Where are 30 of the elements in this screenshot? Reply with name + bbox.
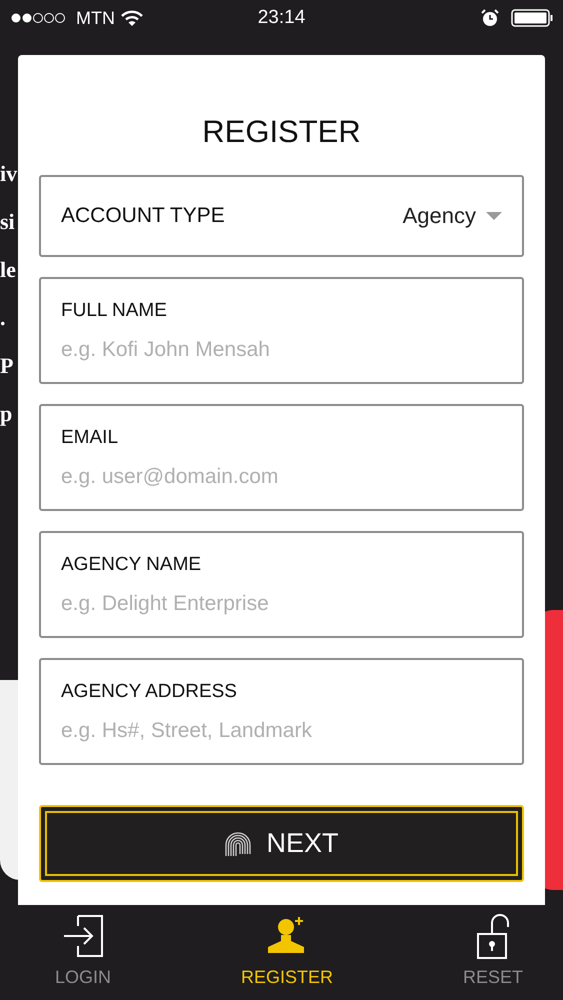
background-text: . <box>0 304 6 332</box>
background-text: le <box>0 256 17 284</box>
next-button[interactable]: NEXT <box>39 805 524 882</box>
form-title: REGISTER <box>201 113 362 151</box>
tab-bar-item[interactable]: REGISTER <box>240 905 333 1000</box>
input-field[interactable]: e.g. user@domain.com <box>61 464 502 488</box>
caret-icon <box>486 212 502 220</box>
background-text: P <box>0 352 14 380</box>
battery-icon <box>510 9 553 27</box>
wifi-icon <box>121 10 143 26</box>
background-text: p <box>0 400 14 428</box>
field-label: FULL NAME <box>61 300 168 322</box>
tab-bar-item[interactable]: LOGIN <box>55 905 112 1000</box>
background-text: si <box>0 208 16 236</box>
status-time: 23:14 <box>258 7 306 29</box>
background-text: iv <box>0 160 18 188</box>
field-label: AGENCY ADDRESS <box>61 680 238 702</box>
dropdown-value: Agency <box>402 203 476 229</box>
field-label: AGENCY NAME <box>61 554 202 576</box>
fingerprint-icon <box>224 830 252 858</box>
account-type-dropdown[interactable]: ACCOUNT TYPE Agency <box>39 175 524 257</box>
input-field[interactable]: e.g. Hs#, Street, Landmark <box>61 718 502 742</box>
carrier-name: MTN <box>76 8 115 28</box>
input-field[interactable]: e.g. Kofi John Mensah <box>61 338 502 362</box>
tab-bar-item[interactable]: RESET <box>462 905 523 1000</box>
alarm-clock-icon <box>480 9 499 27</box>
input-field[interactable]: e.g. Delight Enterprise <box>61 592 502 616</box>
field-label: ACCOUNT TYPE <box>61 204 225 228</box>
field-label: EMAIL <box>61 426 120 448</box>
enter-icon <box>62 913 104 959</box>
